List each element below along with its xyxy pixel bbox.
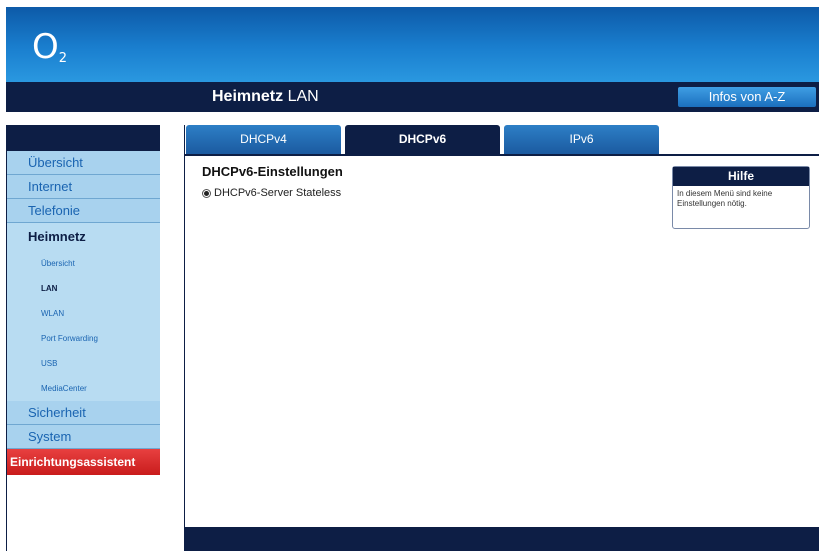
radio-button-selected[interactable] (202, 188, 211, 198)
footer-bar (184, 527, 819, 551)
header-banner: O2 (6, 7, 819, 82)
logo-letter: O (32, 27, 59, 67)
logo-subscript: 2 (58, 51, 68, 66)
sidebar-subitem-port-forwarding[interactable]: Port Forwarding (6, 326, 160, 351)
tab-ipv6[interactable]: IPv6 (504, 125, 659, 154)
sidebar-nav: Übersicht Internet Telefonie Heimnetz Üb… (6, 151, 160, 475)
sidebar-subitem-mediacenter[interactable]: MediaCenter (6, 376, 160, 401)
o2-logo[interactable]: O2 (32, 27, 67, 67)
help-box: Hilfe In diesem Menü sind keine Einstell… (672, 166, 810, 229)
tab-dhcpv6[interactable]: DHCPv6 (345, 125, 500, 154)
infos-a-z-button[interactable]: Infos von A-Z (678, 87, 816, 107)
tab-underline (184, 154, 819, 156)
sidebar-border (6, 125, 7, 551)
tab-dhcpv4[interactable]: DHCPv4 (186, 125, 341, 154)
radio-label: DHCPv6-Server Stateless (214, 187, 342, 199)
dhcpv6-stateless-option[interactable]: DHCPv6-Server Stateless (202, 187, 341, 199)
page-title: Heimnetz LAN (212, 88, 319, 106)
sidebar-item-internet[interactable]: Internet (6, 175, 160, 199)
sidebar-item-heimnetz[interactable]: Heimnetz (6, 223, 160, 251)
sidebar-item-einrichtungsassistent[interactable]: Einrichtungsassistent (6, 449, 160, 475)
sidebar-subitem-usb[interactable]: USB (6, 351, 160, 376)
sidebar-header (6, 125, 160, 151)
sidebar-item-telefonie[interactable]: Telefonie (6, 199, 160, 223)
section-title: DHCPv6-Einstellungen (202, 164, 343, 179)
help-title: Hilfe (673, 167, 809, 186)
page-title-section: Heimnetz (212, 88, 284, 105)
sidebar-subitem-uebersicht[interactable]: Übersicht (6, 251, 160, 276)
sidebar-item-sicherheit[interactable]: Sicherheit (6, 401, 160, 425)
content-border (184, 125, 185, 551)
sidebar-subitem-lan[interactable]: LAN (6, 276, 160, 301)
page-title-page: LAN (287, 88, 319, 105)
sidebar-subitem-wlan[interactable]: WLAN (6, 301, 160, 326)
help-text: In diesem Menü sind keine Einstellungen … (677, 189, 773, 208)
sidebar-item-uebersicht[interactable]: Übersicht (6, 151, 160, 175)
sidebar-item-system[interactable]: System (6, 425, 160, 449)
title-bar: Heimnetz LAN Infos von A-Z (6, 82, 819, 112)
